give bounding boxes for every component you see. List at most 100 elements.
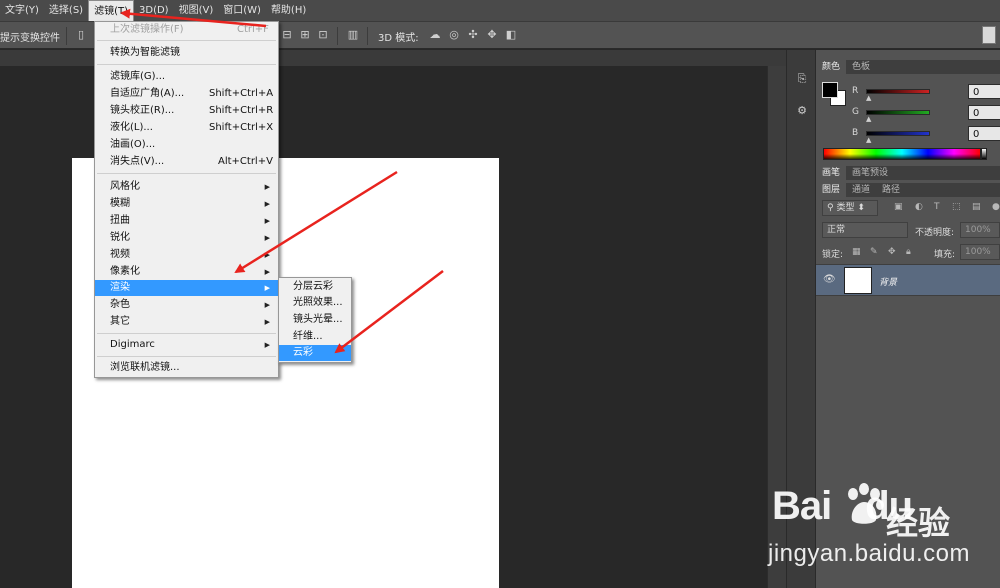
menu-3d[interactable]: 3D(D) bbox=[134, 0, 174, 21]
menu-item-label: 镜头校正(R)... bbox=[110, 105, 175, 116]
filter-toggle-icon[interactable]: ● bbox=[992, 202, 1000, 212]
blend-mode-select[interactable]: 正常 bbox=[822, 222, 908, 238]
3d-rotate-icon[interactable]: ☁ bbox=[428, 28, 442, 42]
menu-select[interactable]: 选择(S) bbox=[44, 0, 88, 21]
black-white-ramp[interactable] bbox=[981, 148, 987, 160]
green-value-input[interactable]: 0 bbox=[968, 105, 1000, 120]
blue-gradient-bar[interactable] bbox=[866, 131, 930, 136]
watermark-url: jingyan.baidu.com bbox=[768, 540, 970, 567]
menu-item-last-filter[interactable]: 上次滤镜操作(F) Ctrl+F bbox=[95, 22, 278, 38]
menu-item-sharpen[interactable]: 锐化 ▶ bbox=[95, 230, 278, 246]
fill-input[interactable]: 100% bbox=[960, 244, 1000, 260]
menu-item-blur[interactable]: 模糊 ▶ bbox=[95, 196, 278, 212]
menu-item-convert-smart-filter[interactable]: 转换为智能滤镜 bbox=[95, 45, 278, 61]
red-knob-icon[interactable]: ▲ bbox=[866, 94, 871, 102]
blue-channel-slider[interactable]: B ▲ 0 bbox=[852, 126, 1000, 144]
3d-roll-icon[interactable]: ◎ bbox=[447, 28, 461, 42]
opacity-input[interactable]: 100% bbox=[960, 222, 1000, 238]
red-value-input[interactable]: 0 bbox=[968, 84, 1000, 99]
menu-item-stylize[interactable]: 风格化 ▶ bbox=[95, 179, 278, 195]
red-gradient-bar[interactable] bbox=[866, 89, 930, 94]
tab-layers[interactable]: 图层 bbox=[816, 183, 847, 197]
color-panel-tabs: 颜色 色板 bbox=[816, 60, 1000, 74]
tab-brush-presets[interactable]: 画笔预设 bbox=[846, 166, 894, 180]
distribute-center-icon[interactable]: ⊞ bbox=[298, 28, 312, 42]
layer-filter-kind-select[interactable]: ⚲ 类型 ⬍ bbox=[822, 200, 878, 216]
menu-item-lens-correction[interactable]: 镜头校正(R)... Shift+Ctrl+R bbox=[95, 103, 278, 119]
3d-drag-icon[interactable]: ✣ bbox=[466, 28, 480, 42]
menu-item-label: 浏览联机滤镜... bbox=[110, 362, 180, 373]
tab-swatches[interactable]: 色板 bbox=[846, 60, 876, 74]
auto-align-icon[interactable]: ▥ bbox=[346, 28, 360, 42]
submenu-item-fibers[interactable]: 纤维... bbox=[279, 329, 351, 345]
divider bbox=[367, 27, 368, 45]
3d-scale-icon[interactable]: ◧ bbox=[504, 28, 518, 42]
tab-color[interactable]: 颜色 bbox=[816, 60, 847, 74]
submenu-item-lens-flare[interactable]: 镜头光晕... bbox=[279, 312, 351, 328]
menu-item-label: 锐化 bbox=[110, 232, 130, 243]
distribute-icon[interactable]: ⊟ bbox=[280, 28, 294, 42]
workspace-button[interactable] bbox=[982, 26, 996, 44]
tab-paths[interactable]: 路径 bbox=[876, 183, 906, 197]
menu-item-label: 滤镜库(G)... bbox=[110, 71, 166, 82]
show-transform-label[interactable]: 提示变换控件 bbox=[0, 29, 60, 44]
menu-item-vanishing-point[interactable]: 消失点(V)... Alt+Ctrl+V bbox=[95, 154, 278, 170]
menu-filter[interactable]: 滤镜(T) bbox=[88, 0, 134, 21]
menu-item-adaptive-wide-angle[interactable]: 自适应广角(A)... Shift+Ctrl+A bbox=[95, 86, 278, 102]
3d-slide-icon[interactable]: ✥ bbox=[485, 28, 499, 42]
green-gradient-bar[interactable] bbox=[866, 110, 930, 115]
lock-image-icon[interactable]: ✎ bbox=[870, 247, 878, 257]
menu-type[interactable]: 文字(Y) bbox=[0, 0, 44, 21]
menu-item-digimarc[interactable]: Digimarc ▶ bbox=[95, 337, 278, 353]
align-left-icon[interactable]: ▯ bbox=[74, 28, 88, 42]
menu-item-other[interactable]: 其它 ▶ bbox=[95, 314, 278, 330]
divider bbox=[66, 27, 67, 45]
menu-item-noise[interactable]: 杂色 ▶ bbox=[95, 297, 278, 313]
menu-item-liquify[interactable]: 液化(L)... Shift+Ctrl+X bbox=[95, 120, 278, 136]
lock-all-icon[interactable]: 🔒︎ bbox=[906, 247, 911, 257]
menu-item-video[interactable]: 视频 ▶ bbox=[95, 247, 278, 263]
render-submenu: 分层云彩 光照效果... 镜头光晕... 纤维... 云彩 bbox=[278, 277, 352, 363]
menu-item-label: 自适应广角(A)... bbox=[110, 88, 185, 99]
green-channel-slider[interactable]: G ▲ 0 bbox=[852, 105, 1000, 123]
tab-channels[interactable]: 通道 bbox=[846, 183, 876, 197]
distribute-right-icon[interactable]: ⊡ bbox=[316, 28, 330, 42]
foreground-color-swatch[interactable] bbox=[822, 82, 838, 98]
blue-knob-icon[interactable]: ▲ bbox=[866, 136, 871, 144]
green-knob-icon[interactable]: ▲ bbox=[866, 115, 871, 123]
adjustment-layer-filter-icon[interactable]: ◐ bbox=[915, 202, 923, 212]
menu-item-shortcut: Ctrl+F bbox=[237, 24, 269, 35]
menu-item-distort[interactable]: 扭曲 ▶ bbox=[95, 213, 278, 229]
lock-position-icon[interactable]: ✥ bbox=[888, 247, 896, 257]
blue-channel-label: B bbox=[852, 128, 859, 138]
layer-name[interactable]: 背景 bbox=[879, 275, 897, 288]
shape-layer-filter-icon[interactable]: ⬚ bbox=[952, 202, 961, 212]
tab-brush[interactable]: 画笔 bbox=[816, 166, 847, 180]
menu-item-pixelate[interactable]: 像素化 ▶ bbox=[95, 264, 278, 280]
menu-item-label: 消失点(V)... bbox=[110, 156, 165, 167]
submenu-item-difference-clouds[interactable]: 分层云彩 bbox=[279, 279, 351, 295]
menu-help[interactable]: 帮助(H) bbox=[266, 0, 311, 21]
lock-transparent-icon[interactable]: ▦ bbox=[852, 247, 861, 257]
submenu-item-clouds[interactable]: 云彩 bbox=[279, 345, 351, 361]
eye-icon[interactable]: 👁︎ bbox=[823, 274, 836, 285]
menu-item-browse-online-filters[interactable]: 浏览联机滤镜... bbox=[95, 360, 278, 376]
properties-panel-icon[interactable]: ⚙ bbox=[793, 102, 811, 120]
submenu-item-lighting-effects[interactable]: 光照效果... bbox=[279, 295, 351, 311]
menu-view[interactable]: 视图(V) bbox=[174, 0, 219, 21]
smart-object-filter-icon[interactable]: ▤ bbox=[972, 202, 981, 212]
history-panel-icon[interactable]: ⎘ bbox=[793, 70, 811, 88]
menu-item-label: 上次滤镜操作(F) bbox=[110, 24, 184, 35]
menu-item-filter-gallery[interactable]: 滤镜库(G)... bbox=[95, 69, 278, 85]
menu-window[interactable]: 窗口(W) bbox=[218, 0, 266, 21]
color-spectrum[interactable] bbox=[823, 148, 981, 160]
menu-item-label: 分层云彩 bbox=[293, 281, 333, 292]
blue-value-input[interactable]: 0 bbox=[968, 126, 1000, 141]
menu-item-render[interactable]: 渲染 ▶ bbox=[95, 280, 278, 296]
layer-row-background[interactable]: 👁︎ 背景 bbox=[816, 264, 1000, 296]
jingyan-brand-text: 经验 bbox=[886, 504, 951, 542]
menu-item-oil-paint[interactable]: 油画(O)... bbox=[95, 137, 278, 153]
type-layer-filter-icon[interactable]: T bbox=[934, 202, 940, 212]
red-channel-slider[interactable]: R ▲ 0 bbox=[852, 84, 1000, 102]
pixel-layer-filter-icon[interactable]: ▣ bbox=[894, 202, 903, 212]
